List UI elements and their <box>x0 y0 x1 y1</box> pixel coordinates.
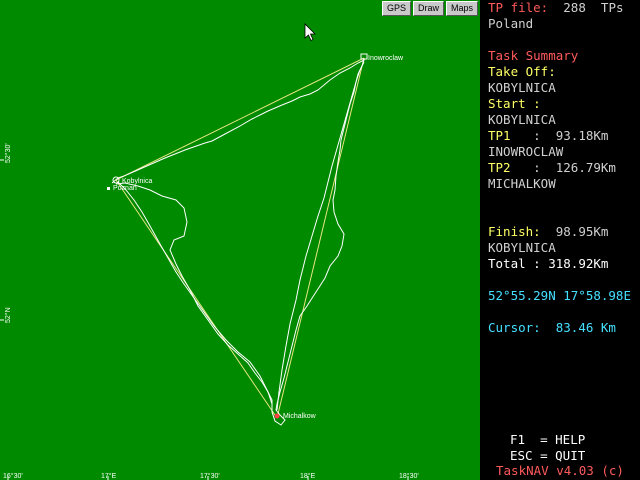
cursor-label: Cursor: <box>488 320 541 335</box>
tp1-name: INOWROCLAW <box>488 144 564 159</box>
version-label: TaskNAV v4.03 (c) <box>496 463 624 478</box>
position-readout: 52°55.29N 17°58.98E <box>488 288 631 303</box>
takeoff-label: Take Off: <box>488 64 556 79</box>
tp-file-label: TP file: <box>488 0 549 15</box>
region-name: Poland <box>488 16 534 31</box>
waypoint-marker <box>107 187 110 190</box>
tp2-distance: 126.79Km <box>555 160 616 175</box>
tp2-name: MICHALKOW <box>488 176 556 191</box>
lon-label: 17°30' <box>200 472 220 480</box>
lon-label: 16°30' <box>3 472 23 480</box>
maps-button[interactable]: Maps <box>445 1 478 16</box>
gps-button[interactable]: GPS <box>381 1 411 16</box>
tp1-label: TP1 <box>488 128 511 143</box>
finish-row: Finish: 98.95Km <box>488 224 608 240</box>
cursor-distance: 83.46 Km <box>555 320 616 335</box>
draw-button[interactable]: Draw <box>412 1 444 16</box>
waypoint-label-poznan: Poznan <box>113 185 137 192</box>
waypoint-label-inowroclaw: Inowroclaw <box>368 55 404 62</box>
map-toolbar: GPS Draw Maps <box>381 1 478 16</box>
cursor-row: Cursor: 83.46 Km <box>488 320 616 336</box>
waypoint-label-kobylnica: Kobylnica <box>122 178 152 185</box>
help-hint: F1 = HELP <box>510 432 586 447</box>
finish-distance: 98.95Km <box>555 224 609 239</box>
map-view[interactable]: Kobylnica Poznan Inowroclaw Michalkow 52… <box>0 0 480 480</box>
tp2-sep: : <box>533 160 541 175</box>
start-label: Start : <box>488 96 541 111</box>
lon-label: 18°E <box>300 472 316 480</box>
quit-hint: ESC = QUIT <box>510 448 586 463</box>
tp2-label: TP2 <box>488 160 511 175</box>
total-label: Total : <box>488 256 541 271</box>
tp1-distance: 93.18Km <box>555 128 609 143</box>
waypoint-marker <box>274 413 280 419</box>
waypoint-label-michalkow: Michalkow <box>283 413 317 420</box>
takeoff-name: KOBYLNICA <box>488 80 556 95</box>
tp2-row: TP2 : 126.79Km <box>488 160 616 176</box>
tps-label: TPs <box>600 0 624 15</box>
task-course <box>115 57 365 419</box>
total-distance: 318.92Km <box>548 256 609 271</box>
lon-label: 18°30' <box>399 472 419 480</box>
flight-trace <box>111 59 365 426</box>
info-panel: TP file: 288 TPs Poland Task Summary Tak… <box>480 0 640 480</box>
start-name: KOBYLNICA <box>488 112 556 127</box>
total-row: Total : 318.92Km <box>488 256 608 272</box>
tp1-sep: : <box>533 128 541 143</box>
task-summary-heading: Task Summary <box>488 48 579 63</box>
lat-label: 52°N <box>4 307 12 323</box>
mouse-pointer-icon <box>304 23 316 42</box>
map-canvas[interactable]: Kobylnica Poznan Inowroclaw Michalkow 52… <box>0 0 480 480</box>
tp-count: 288 <box>563 0 586 15</box>
tp-file-row: TP file: 288 TPs <box>488 0 624 16</box>
finish-name: KOBYLNICA <box>488 240 556 255</box>
lat-label: 52°30' <box>4 143 12 163</box>
flight-trace-3 <box>117 181 273 405</box>
tp1-row: TP1 : 93.18Km <box>488 128 608 144</box>
finish-label: Finish: <box>488 224 541 239</box>
lon-label: 17°E <box>101 472 117 480</box>
